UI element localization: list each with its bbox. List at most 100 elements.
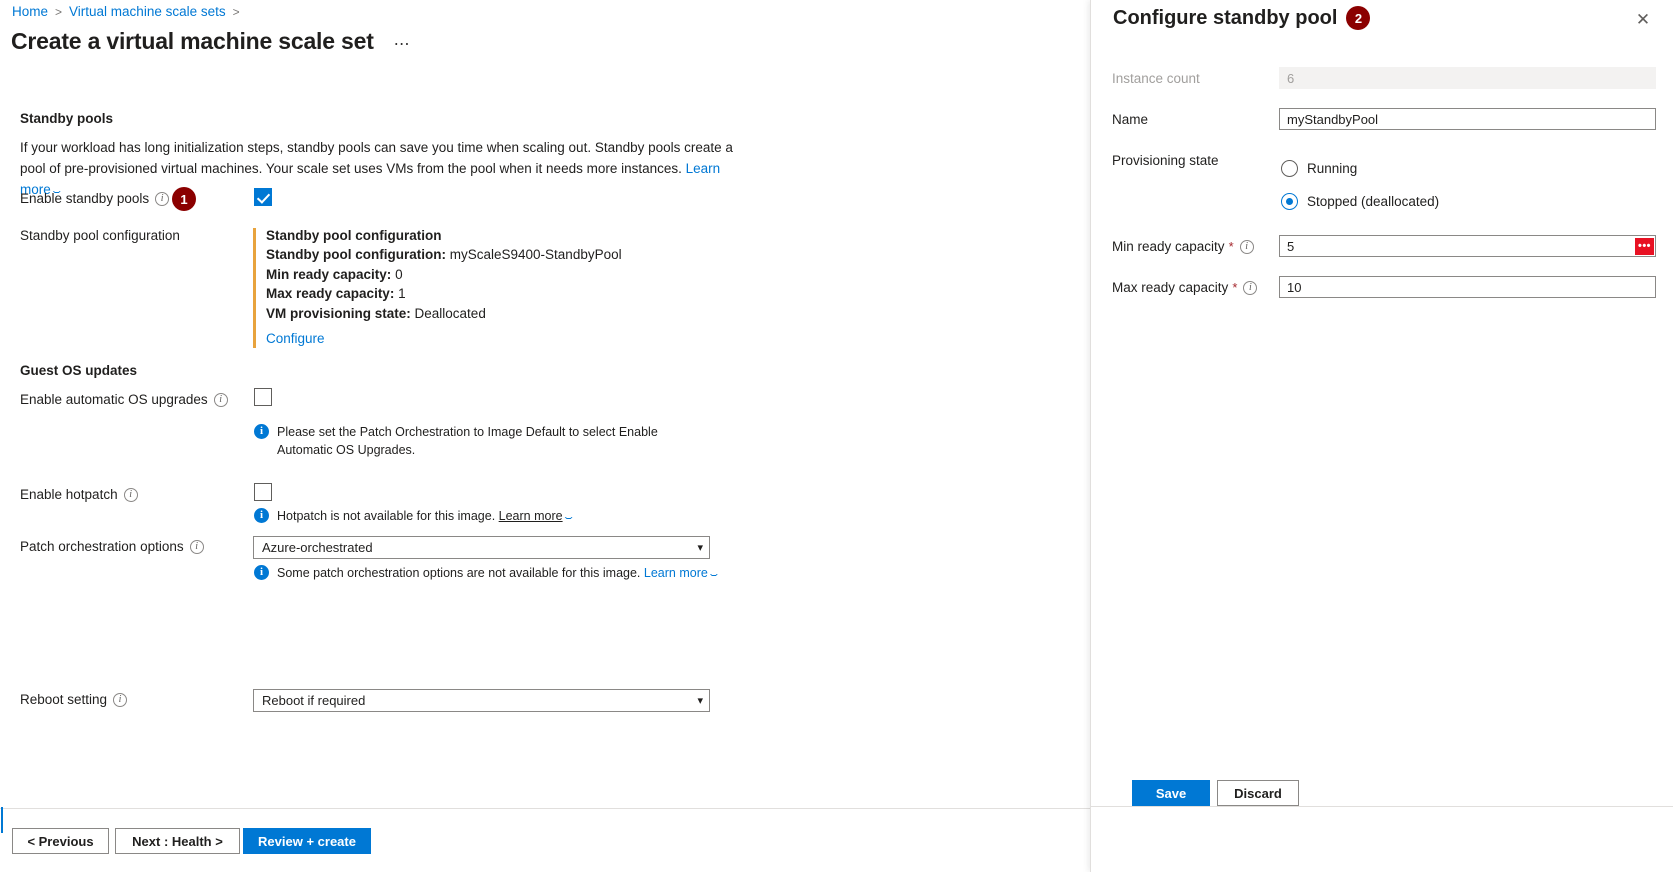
patch-orchestration-note-wrap: Some patch orchestration options are not… [277,564,718,583]
discard-button[interactable]: Discard [1217,780,1299,806]
more-options-icon[interactable]: ⋯ [394,37,411,53]
next-health-button[interactable]: Next : Health > [115,828,240,854]
callout-row-label: Standby pool configuration: [266,247,446,262]
callout-row-value: Deallocated [415,306,486,321]
info-icon[interactable]: i [1243,281,1257,295]
configure-link[interactable]: Configure [266,331,325,346]
info-icon[interactable]: i [155,192,169,206]
chevron-down-icon[interactable]: ▾ [697,694,703,707]
reboot-setting-label: Reboot setting i [20,692,127,707]
external-link-icon[interactable]: ⏡ [565,509,573,520]
chevron-down-icon[interactable]: ▾ [697,541,703,554]
external-link-icon[interactable]: ⏡ [710,566,718,577]
callout-row-label: VM provisioning state: [266,306,411,321]
provisioning-state-option-stopped[interactable]: Stopped (deallocated) [1281,193,1439,210]
patch-orchestration-options-select[interactable]: Azure-orchestrated ▾ [253,536,710,559]
info-icon[interactable]: i [124,488,138,502]
provisioning-state-option-label: Stopped (deallocated) [1307,194,1439,209]
info-icon[interactable]: i [113,693,127,707]
info-icon[interactable]: i [1240,240,1254,254]
hotpatch-note: i Hotpatch is not available for this ima… [254,507,714,526]
required-asterisk: * [1232,280,1237,295]
standby-pool-configuration-label-text: Standby pool configuration [20,228,180,243]
enable-automatic-os-upgrades-checkbox[interactable] [254,388,272,406]
callout-title: Standby pool configuration [266,228,683,243]
automatic-os-upgrades-note: i Please set the Patch Orchestration to … [254,423,694,459]
breadcrumb-item-vmss[interactable]: Virtual machine scale sets [69,4,226,19]
callout-row: Standby pool configuration: myScaleS9400… [266,245,683,265]
page-title-row: Create a virtual machine scale set ⋯ [11,28,411,55]
breadcrumb: Home > Virtual machine scale sets > [12,4,240,19]
info-circle-icon: i [254,508,269,523]
reboot-setting-select[interactable]: Reboot if required ▾ [253,689,710,712]
hotpatch-note-text: Hotpatch is not available for this image… [277,509,495,523]
blade-title: Configure standby pool [1113,7,1337,30]
hotpatch-learn-more-link[interactable]: Learn more [499,509,563,523]
radio-icon[interactable] [1281,160,1298,177]
previous-button[interactable]: < Previous [12,828,109,854]
info-circle-icon: i [254,424,269,439]
patch-orchestration-learn-more-link[interactable]: Learn more [644,566,708,580]
step-badge-1: 1 [172,187,196,211]
provisioning-state-label-text: Provisioning state [1112,153,1219,168]
enable-standby-pools-label: Enable standby pools i [20,191,169,206]
patch-orchestration-options-label: Patch orchestration options i [20,539,204,554]
instance-count-label-text: Instance count [1112,71,1200,86]
info-icon[interactable]: i [190,540,204,554]
min-ready-capacity-label-text: Min ready capacity [1112,239,1225,254]
enable-standby-pools-checkbox[interactable] [254,188,272,206]
guest-os-updates-section-title: Guest OS updates [20,363,137,378]
max-ready-capacity-value: 10 [1287,280,1655,295]
blade-title-row: Configure standby pool 2 [1113,6,1370,30]
callout-row-value: 0 [395,267,403,282]
step-badge-2: 2 [1346,6,1370,30]
callout-row-label: Min ready capacity: [266,267,391,282]
min-ready-capacity-label: Min ready capacity * i [1112,239,1254,254]
patch-orchestration-note-text: Some patch orchestration options are not… [277,566,640,580]
info-circle-icon: i [254,565,269,580]
close-icon[interactable]: ✕ [1631,8,1655,32]
provisioning-state-label: Provisioning state [1112,153,1219,168]
breadcrumb-separator-icon: > [55,5,62,19]
name-label: Name [1112,112,1148,127]
radio-icon[interactable] [1281,193,1298,210]
callout-row-value: myScaleS9400-StandbyPool [450,247,622,262]
instance-count-input: 6 [1279,67,1656,89]
enable-hotpatch-checkbox[interactable] [254,483,272,501]
info-icon[interactable]: i [214,393,228,407]
create-vmss-blade: Home > Virtual machine scale sets > Crea… [0,0,1090,872]
min-ready-capacity-value: 5 [1287,239,1635,254]
review-create-button[interactable]: Review + create [243,828,371,854]
required-asterisk: * [1229,239,1234,254]
breadcrumb-item-home[interactable]: Home [12,4,48,19]
max-ready-capacity-input[interactable]: 10 [1279,276,1656,298]
name-value: myStandbyPool [1287,112,1655,127]
callout-row-label: Max ready capacity: [266,286,394,301]
save-button[interactable]: Save [1132,780,1210,806]
reboot-setting-label-text: Reboot setting [20,692,107,707]
patch-orchestration-note: i Some patch orchestration options are n… [254,564,724,583]
page-title: Create a virtual machine scale set [11,28,374,55]
enable-automatic-os-upgrades-label-text: Enable automatic OS upgrades [20,392,208,407]
automatic-os-upgrades-note-text: Please set the Patch Orchestration to Im… [277,423,694,459]
instance-count-value: 6 [1287,71,1655,86]
enable-hotpatch-label: Enable hotpatch i [20,487,138,502]
callout-row: Max ready capacity: 1 [266,284,683,304]
enable-hotpatch-label-text: Enable hotpatch [20,487,118,502]
provisioning-state-option-running[interactable]: Running [1281,160,1357,177]
min-ready-capacity-input[interactable]: 5 ••• [1279,235,1656,257]
patch-orchestration-options-label-text: Patch orchestration options [20,539,184,554]
standby-pool-configuration-callout: Standby pool configuration Standby pool … [253,228,683,348]
callout-row: VM provisioning state: Deallocated [266,304,683,324]
patch-orchestration-options-value: Azure-orchestrated [262,540,697,555]
enable-standby-pools-label-text: Enable standby pools [20,191,149,206]
instance-count-label: Instance count [1112,71,1200,86]
callout-row: Min ready capacity: 0 [266,265,683,285]
validation-error-icon[interactable]: ••• [1635,238,1654,255]
breadcrumb-separator-icon-2: > [233,5,240,19]
blade-footer [1091,806,1673,872]
callout-row-value: 1 [398,286,406,301]
wizard-footer: < Previous Next : Health > Review + crea… [0,808,1090,872]
reboot-setting-value: Reboot if required [262,693,697,708]
name-input[interactable]: myStandbyPool [1279,108,1656,130]
